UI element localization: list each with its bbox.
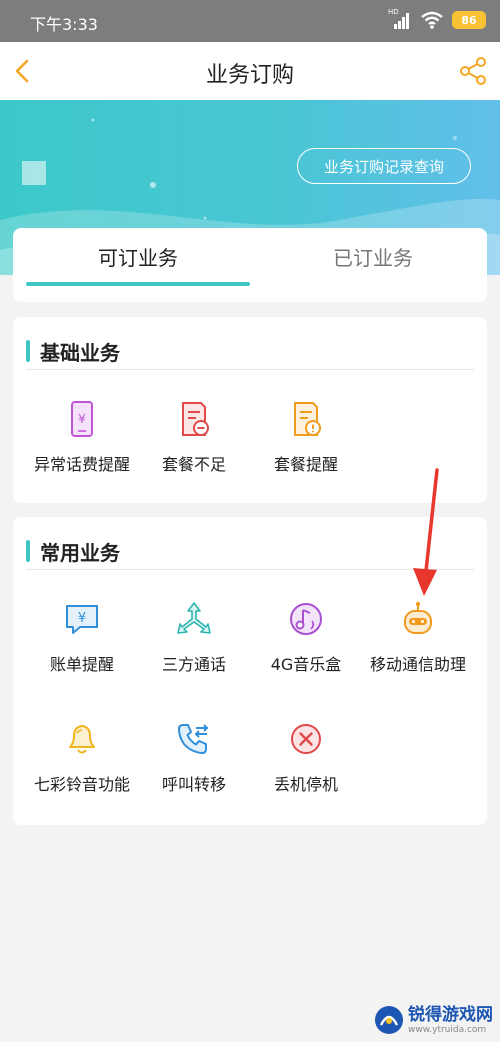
service-label: 呼叫转移 (161, 775, 226, 794)
watermark: 锐得游戏网 www.ytruida.com (374, 1002, 493, 1038)
wifi-icon (421, 11, 443, 29)
status-time: 下午3:33 (30, 15, 98, 34)
watermark-name: 锐得游戏网 (408, 1004, 493, 1025)
divider (26, 569, 474, 570)
section-accent-bar (26, 340, 30, 362)
share-button[interactable] (456, 54, 490, 88)
package-minus-icon (182, 402, 209, 436)
tab-bar: 可订业务 已订业务 (13, 228, 487, 302)
service-abnormal-fee-alert[interactable]: ¥ 异常话费提醒 (23, 399, 141, 475)
package-alert-icon (294, 402, 321, 436)
tab-available[interactable]: 可订业务 (26, 228, 250, 288)
tab-active-indicator (26, 282, 250, 286)
section-accent-bar (26, 540, 30, 562)
watermark-url: www.ytruida.com (408, 1024, 487, 1035)
service-lost-phone-suspend[interactable]: 丢机停机 (247, 719, 365, 795)
service-three-way-call[interactable]: 三方通话 (135, 599, 253, 675)
page-title: 业务订购 (205, 63, 294, 88)
phone-yuan-icon: ¥ (71, 401, 93, 437)
svg-text:¥: ¥ (78, 412, 86, 426)
network-label: HD (388, 8, 399, 16)
bill-chat-icon: ¥ (66, 605, 98, 634)
call-forward-icon (178, 724, 209, 754)
section-header: 常用业务 (26, 537, 120, 565)
service-label: 异常话费提醒 (33, 455, 130, 474)
common-services-card: 常用业务 ¥ 账单提醒 三方通话 4G音乐盒 移动通信助理 七彩铃音功能 呼叫转… (13, 517, 487, 825)
basic-services-card: 基础业务 ¥ 异常话费提醒 套餐不足 套餐提醒 (13, 317, 487, 503)
section-header: 基础业务 (26, 337, 120, 365)
music-box-icon (290, 603, 322, 635)
service-label: 移动通信助理 (369, 655, 466, 674)
section-title: 基础业务 (40, 340, 120, 365)
section-title: 常用业务 (40, 540, 120, 565)
divider (26, 369, 474, 370)
service-bill-reminder[interactable]: ¥ 账单提醒 (23, 599, 141, 675)
service-package-low[interactable]: 套餐不足 (135, 399, 253, 475)
service-call-forwarding[interactable]: 呼叫转移 (135, 719, 253, 795)
service-label: 七彩铃音功能 (33, 775, 130, 794)
svg-text:¥: ¥ (78, 611, 86, 626)
status-icons: HD 86 (388, 8, 486, 30)
stop-x-icon (291, 724, 321, 754)
status-bar: 下午3:33 HD 86 (0, 0, 500, 42)
service-color-ringtone[interactable]: 七彩铃音功能 (23, 719, 141, 795)
battery-indicator: 86 (452, 11, 486, 29)
service-package-alert[interactable]: 套餐提醒 (247, 399, 365, 475)
service-label: 4G音乐盒 (270, 655, 342, 674)
watermark-logo-icon (375, 1006, 403, 1034)
service-label: 三方通话 (161, 655, 226, 674)
three-way-call-icon (177, 602, 211, 634)
tab-subscribed[interactable]: 已订业务 (261, 228, 485, 288)
robot-assistant-icon (404, 601, 432, 634)
record-query-button[interactable]: 业务订购记录查询 (297, 148, 471, 184)
signal-icon: HD (388, 8, 412, 30)
service-label: 账单提醒 (49, 655, 114, 674)
nav-bar: 业务订购 (0, 42, 500, 100)
share-icon (460, 57, 486, 85)
bell-icon (69, 725, 95, 754)
service-mobile-assistant[interactable]: 移动通信助理 (359, 599, 477, 675)
service-4g-music-box[interactable]: 4G音乐盒 (247, 599, 365, 675)
service-label: 丢机停机 (273, 775, 338, 794)
service-label: 套餐提醒 (273, 455, 338, 474)
battery-level: 86 (461, 13, 477, 27)
service-label: 套餐不足 (161, 455, 226, 474)
